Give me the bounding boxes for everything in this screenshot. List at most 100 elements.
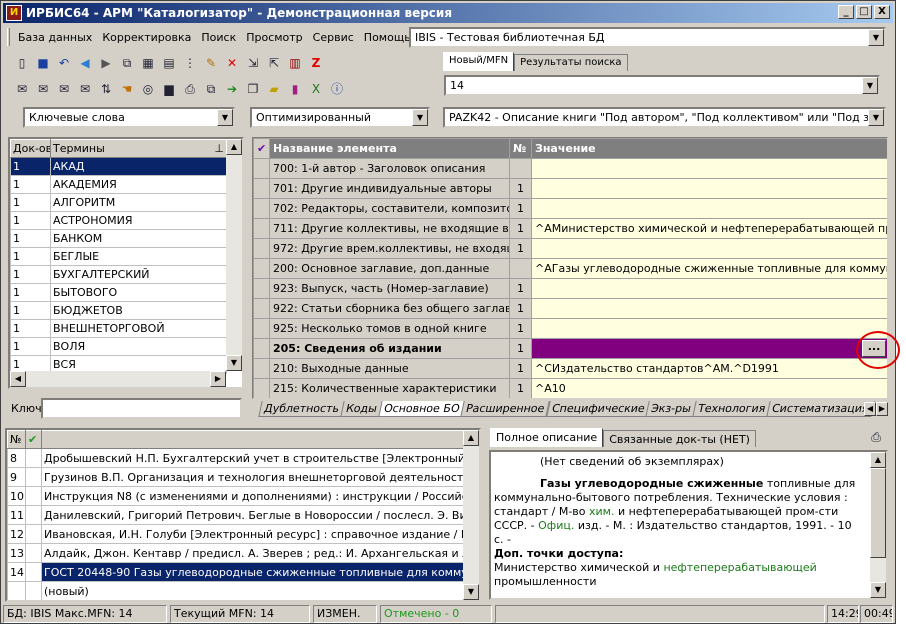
tab-related-docs[interactable]: Связанные док-ты (НЕТ) [603,430,756,447]
term-row[interactable]: 1 БУХГАЛТЕРСКИЙ [10,265,227,284]
field-value[interactable]: ^AГазы углеводородные сжиженные топливны… [531,258,887,279]
term-row[interactable]: 1 БЫТОВОГО [10,283,227,302]
index-select[interactable]: Ключевые слова ▼ [23,107,235,128]
tab-copies[interactable]: Экз-ры [645,401,697,417]
arrow-left-icon[interactable]: ◀ [76,54,94,72]
comment-icon[interactable]: ✉ [13,80,31,98]
scroll-up-icon[interactable]: ▲ [870,452,886,468]
document-row-selected[interactable]: 14 ГОСТ 20448-90 Газы углеводородные сжиж… [7,562,464,582]
doc-check[interactable] [25,581,42,600]
scroll-left-icon[interactable]: ◀ [10,371,26,387]
doc-check[interactable] [25,448,42,468]
scroll-up-icon[interactable]: ▲ [463,430,479,446]
field-value[interactable] [531,278,887,299]
document-row[interactable]: 9 Грузинов В.П. Организация и технология … [7,467,464,487]
field-row-selected[interactable]: 205: Сведения об издании 1... [253,338,887,359]
tab-systematization[interactable]: Систематизация [766,401,875,417]
description-scrollbar[interactable]: ▲ ▼ [870,452,886,598]
docs-header-num[interactable]: № [7,430,26,449]
field-value[interactable] [531,158,887,179]
term-row[interactable]: 1 АКАДЕМИЯ [10,175,227,194]
term-row[interactable]: 1 ВОЛЯ [10,337,227,356]
field-row[interactable]: 215: Количественные характеристики 1 ^A10 [253,378,887,398]
key-input[interactable] [41,398,242,419]
tab-technology[interactable]: Технология [692,401,772,417]
menu-search[interactable]: Поиск [196,31,241,44]
field-value[interactable] [531,298,887,319]
menu-edit[interactable]: Корректировка [97,31,196,44]
close-button[interactable]: X [874,5,890,19]
document-row[interactable]: 11 Данилевский, Григорий Петрович. Беглые… [7,505,464,525]
tab-next-icon[interactable]: ▶ [876,402,888,416]
folder-icon[interactable]: ▆ [160,80,178,98]
new-document-icon[interactable]: ▯ [13,54,31,72]
field-value[interactable] [531,318,887,339]
hand-icon[interactable]: ☚ [118,80,136,98]
document-row[interactable]: 13 Алдайк, Джон. Кентавр / предисл. А. Зв… [7,543,464,563]
document-row[interactable]: 12 Ивановская, И.Н. Голуби [Электронный р… [7,524,464,544]
doc-check[interactable] [25,562,42,582]
docs-header-title[interactable] [41,430,464,449]
fields-header-value[interactable]: Значение [531,138,887,159]
doc-check[interactable] [25,543,42,563]
doc-check[interactable] [25,524,42,544]
terms-header-count[interactable]: Док-ов [10,139,51,158]
undo-icon[interactable]: ↶ [55,54,73,72]
terms-hscrollbar[interactable]: ◀ ▶ [10,371,226,387]
field-value[interactable]: ^AМинистерство химической и нефтеперераб… [531,218,887,239]
menu-database[interactable]: База данных [13,31,97,44]
doc-check[interactable] [25,486,42,506]
term-row[interactable]: 1 АКАД [10,157,227,176]
chevron-down-icon[interactable]: ▼ [868,29,884,46]
copy-record-icon[interactable]: ⧉ [118,54,136,72]
abbrev-link[interactable]: Офиц. [538,519,574,532]
paste-icon[interactable]: ▤ [160,54,178,72]
abbrev-link[interactable]: хим. [589,505,614,518]
document-row[interactable]: (новый) [7,581,464,600]
doc-check[interactable] [25,505,42,525]
chevron-down-icon[interactable]: ▼ [217,109,233,126]
tree-icon[interactable]: ⋮ [181,54,199,72]
menu-view[interactable]: Просмотр [241,31,307,44]
term-row[interactable]: 1 АЛГОРИТМ [10,193,227,212]
field-row[interactable]: 701: Другие индивидуальные авторы 1 [253,178,887,199]
tab-codes[interactable]: Коды [340,401,383,417]
database-select[interactable]: IBIS - Тестовая библиотечная БД ▼ [409,27,886,48]
folder-open-icon[interactable]: ▰ [265,80,283,98]
tab-new-mfn[interactable]: Новый/MFN [443,52,515,71]
sort-icon[interactable]: ⇅ [97,80,115,98]
doc-check[interactable] [25,467,42,487]
document-row[interactable]: 8 Дробышевский Н.П. Бухгалтерский учет в … [7,448,464,468]
menu-help[interactable]: Помощь [359,31,416,44]
term-row[interactable]: 1 БЮДЖЕТОВ [10,301,227,320]
excel-icon[interactable]: X [307,80,325,98]
fields-header-name[interactable]: Название элемента [269,138,510,159]
mfn-select[interactable]: 14 ▼ [444,75,880,96]
field-row[interactable]: 711: Другие коллективы, не входящие в за… [253,218,887,239]
delete-icon[interactable]: ✕ [223,54,241,72]
grid-icon[interactable]: ▦ [139,54,157,72]
field-row[interactable]: 972: Другие врем.коллективы, не входящие… [253,238,887,259]
info-icon[interactable]: ⓘ [328,80,346,98]
tab-prev-icon[interactable]: ◀ [864,402,876,416]
chevron-down-icon[interactable]: ▼ [868,109,884,126]
pin-icon[interactable]: ⊥ [214,142,224,155]
field-value[interactable] [531,178,887,199]
pages-icon[interactable]: ❐ [244,80,262,98]
tab-main-bo[interactable]: Основное БО [378,401,466,417]
message-icon[interactable]: ✉ [76,80,94,98]
field-row[interactable]: 925: Несколько томов в одной книге 1 [253,318,887,339]
menu-service[interactable]: Сервис [308,31,359,44]
field-value[interactable] [531,238,887,259]
documents-scrollbar[interactable]: ▲ ▼ [463,430,479,600]
field-row[interactable]: 923: Выпуск, часть (Номер-заглавие) 1 [253,278,887,299]
field-value[interactable]: ^A10 [531,378,887,398]
copy-icon[interactable]: ⧉ [202,80,220,98]
tab-full-description[interactable]: Полное описание [490,428,604,447]
print-icon[interactable]: ⎙ [181,80,199,98]
scroll-down-icon[interactable]: ▼ [870,582,886,598]
barcode-icon[interactable]: ▥ [286,54,304,72]
field-row[interactable]: 922: Статьи сборника без общего заглавия… [253,298,887,319]
arrow-right-icon[interactable]: ▶ [97,54,115,72]
minimize-button[interactable]: _ [838,5,854,19]
